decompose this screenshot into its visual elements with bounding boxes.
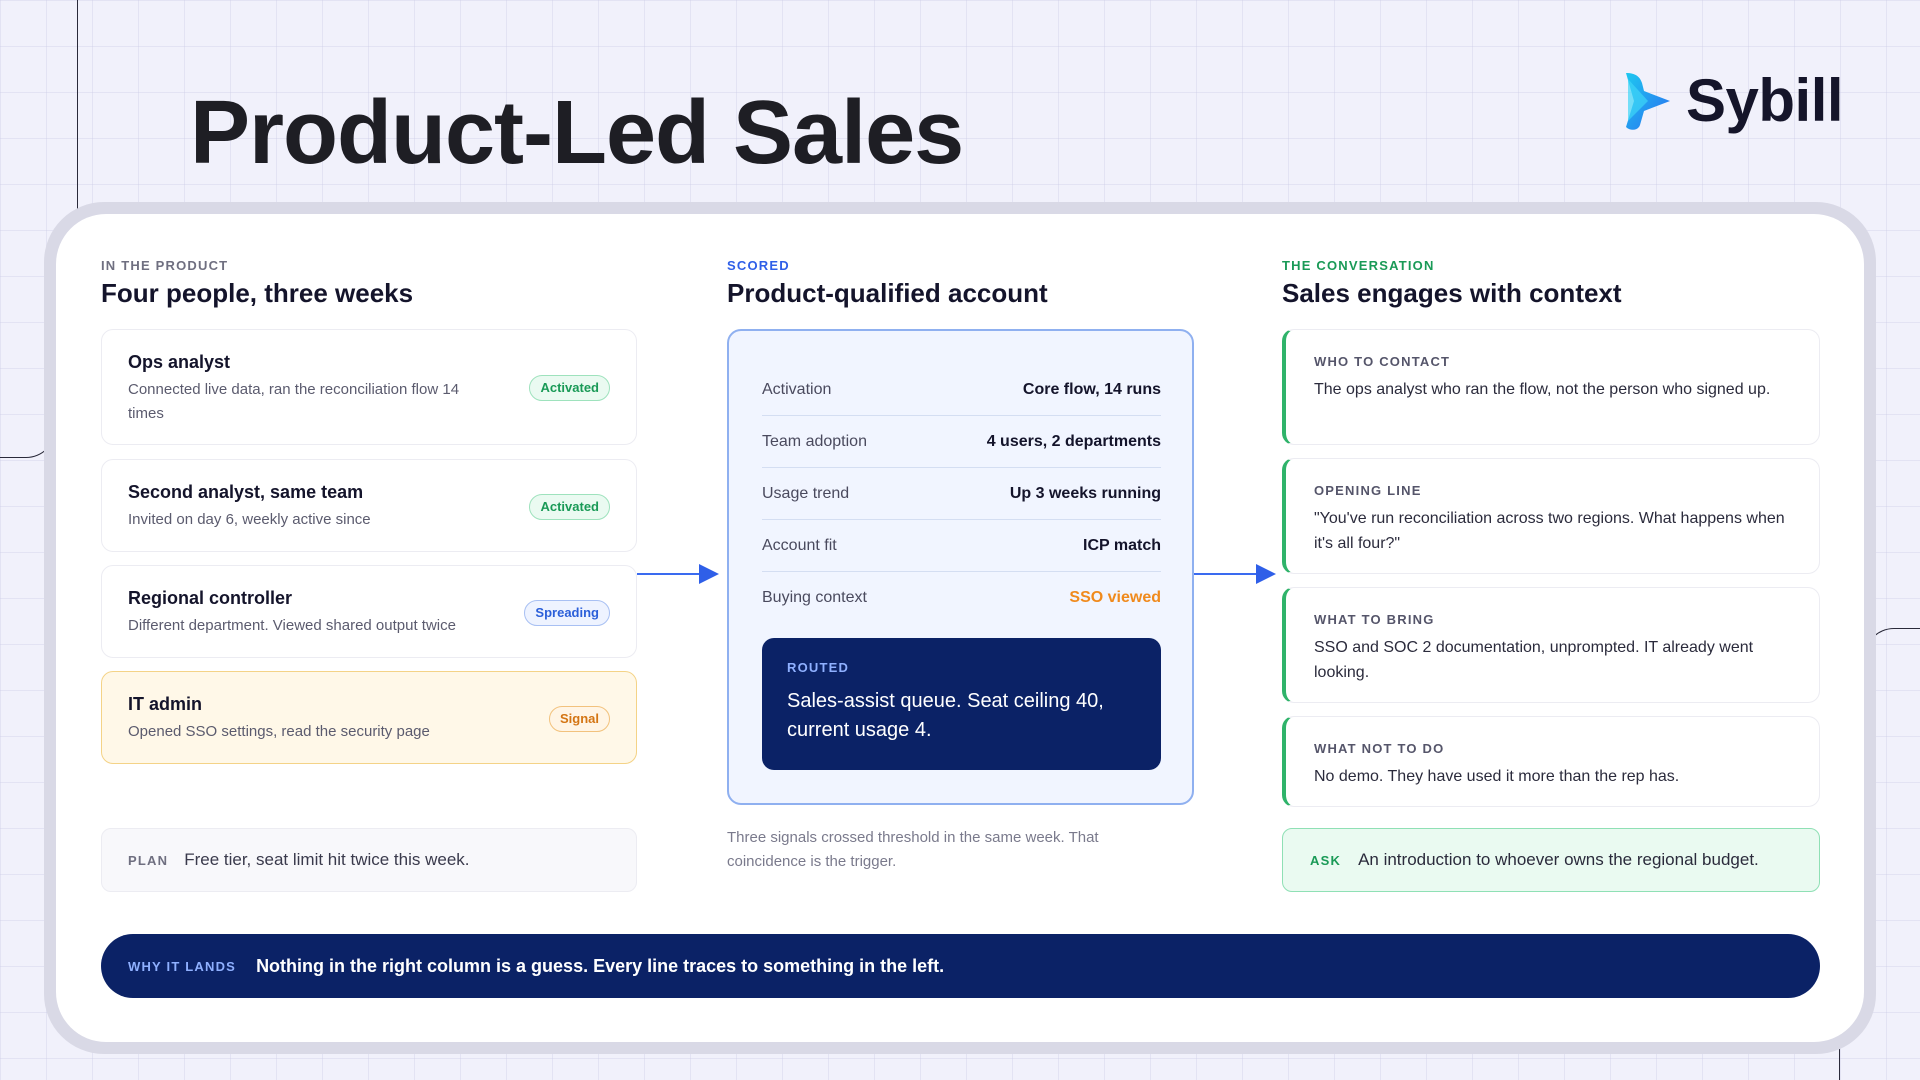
- person-card: Ops analyst Connected live data, ran the…: [101, 329, 637, 445]
- conversation-label: OPENING LINE: [1314, 483, 1422, 498]
- conversation-label: WHO TO CONTACT: [1314, 354, 1451, 369]
- pqa-value: SSO viewed: [1069, 589, 1161, 606]
- person-description: Different department. Viewed shared outp…: [128, 617, 456, 634]
- page-title: Product-Led Sales: [190, 83, 964, 183]
- pqa-row: Team adoption 4 users, 2 departments: [762, 416, 1161, 468]
- right-eyebrow: THE CONVERSATION: [1282, 258, 1435, 273]
- flow-arrow-right-icon: [1194, 564, 1276, 584]
- ask-label: ASK: [1310, 852, 1342, 868]
- conversation-text: The ops analyst who ran the flow, not th…: [1314, 381, 1771, 398]
- conversation-card: OPENING LINE "You've run reconciliation …: [1282, 458, 1820, 574]
- pqa-value: Core flow, 14 runs: [1022, 380, 1161, 398]
- pqa-value: ICP match: [1083, 536, 1161, 554]
- pqa-value: 4 users, 2 departments: [986, 432, 1161, 450]
- conversation-card: WHAT TO BRING SSO and SOC 2 documentatio…: [1282, 587, 1820, 703]
- conversation-text: "You've run reconciliation across two re…: [1314, 510, 1785, 552]
- status-badge: Activated: [529, 494, 610, 520]
- routed-box: ROUTED Sales-assist queue. Seat ceiling …: [762, 638, 1161, 770]
- plan-box: PLAN Free tier, seat limit hit twice thi…: [101, 828, 637, 892]
- plan-text: Free tier, seat limit hit twice this wee…: [184, 850, 470, 869]
- ask-text: An introduction to whoever owns the regi…: [1358, 850, 1759, 869]
- person-name: Regional controller: [128, 588, 293, 608]
- person-card: Second analyst, same team Invited on day…: [101, 459, 637, 552]
- pqa-key: Team adoption: [762, 432, 867, 450]
- pqa-row: Account fit ICP match: [762, 520, 1161, 572]
- right-heading: Sales engages with context: [1282, 278, 1622, 308]
- left-eyebrow: IN THE PRODUCT: [101, 258, 229, 273]
- person-card: Regional controller Different department…: [101, 565, 637, 658]
- middle-eyebrow: SCORED: [727, 258, 790, 273]
- why-label: WHY IT LANDS: [128, 958, 237, 974]
- brand-name: Sybill: [1686, 67, 1844, 134]
- conversation-card: WHAT NOT TO DO No demo. They have used i…: [1282, 716, 1820, 807]
- middle-heading: Product-qualified account: [727, 278, 1048, 308]
- person-description: Opened SSO settings, read the security p…: [128, 723, 430, 740]
- status-badge: Signal: [548, 706, 610, 732]
- pqa-key: Activation: [762, 380, 832, 398]
- person-name: Ops analyst: [128, 352, 231, 372]
- brand: Sybill: [1618, 66, 1844, 135]
- flow-arrow-right-icon: [637, 564, 719, 584]
- routed-text: Sales-assist queue. Seat ceiling 40, cur…: [787, 690, 1104, 741]
- person-description: Invited on day 6, weekly active since: [128, 511, 371, 528]
- conversation-label: WHAT TO BRING: [1314, 612, 1435, 627]
- person-name: Second analyst, same team: [128, 482, 364, 502]
- status-badge: Activated: [529, 375, 610, 401]
- pqa-value: Up 3 weeks running: [1009, 484, 1161, 502]
- pqa-row: Usage trend Up 3 weeks running: [762, 468, 1161, 520]
- pqa-row: Buying context SSO viewed: [762, 572, 1161, 624]
- conversation-text: SSO and SOC 2 documentation, unprompted.…: [1314, 639, 1754, 681]
- why-it-lands-bar: WHY IT LANDS Nothing in the right column…: [101, 934, 1820, 998]
- conversation-card: WHO TO CONTACT The ops analyst who ran t…: [1282, 329, 1820, 445]
- person-description: Connected live data, ran the reconciliat…: [128, 381, 460, 422]
- pqa-key: Usage trend: [762, 484, 850, 502]
- routed-label: ROUTED: [787, 660, 850, 675]
- sybill-logo-icon: [1626, 72, 1670, 130]
- why-text: Nothing in the right column is a guess. …: [256, 955, 945, 976]
- conversation-label: WHAT NOT TO DO: [1314, 741, 1445, 756]
- plan-label: PLAN: [128, 852, 169, 868]
- pqa-panel: Activation Core flow, 14 runs Team adopt…: [727, 329, 1194, 805]
- pqa-key: Account fit: [762, 536, 837, 554]
- pqa-row: Activation Core flow, 14 runs: [762, 364, 1161, 416]
- conversation-text: No demo. They have used it more than the…: [1314, 768, 1680, 785]
- ask-box: ASK An introduction to whoever owns the …: [1282, 828, 1820, 892]
- left-heading: Four people, three weeks: [101, 278, 414, 308]
- status-badge: Spreading: [524, 600, 610, 626]
- person-name: IT admin: [128, 694, 203, 714]
- person-card-highlighted: IT admin Opened SSO settings, read the s…: [101, 671, 637, 764]
- pqa-caption: Three signals crossed threshold in the s…: [727, 829, 1099, 870]
- pqa-key: Buying context: [762, 589, 867, 606]
